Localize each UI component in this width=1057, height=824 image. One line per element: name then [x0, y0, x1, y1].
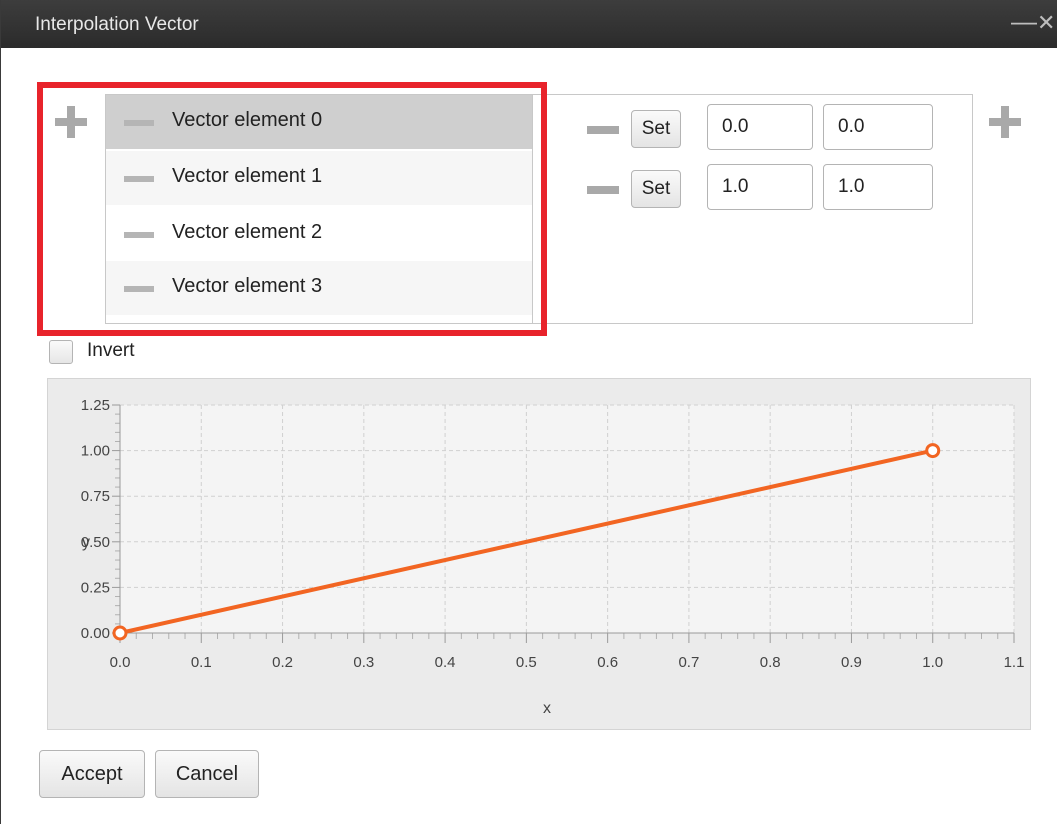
y-tick-label: 0.00 [81, 625, 110, 642]
x-tick-label: 0.1 [191, 654, 212, 671]
invert-label: Invert [87, 340, 135, 361]
data-point [925, 443, 941, 459]
x-tick-label: 0.3 [353, 654, 374, 671]
highlight-box [37, 82, 547, 336]
y-tick-label: 1.25 [81, 397, 110, 414]
plot-background [120, 405, 1014, 633]
y-field[interactable]: 1.0 [823, 164, 933, 210]
x-axis-label: x [543, 700, 551, 717]
y-field[interactable]: 0.0 [823, 104, 933, 150]
x-tick-label: 0.7 [678, 654, 699, 671]
set-button[interactable]: Set [631, 110, 681, 148]
y-axis-label: y [82, 534, 90, 551]
x-tick-label: 1.1 [1004, 654, 1025, 671]
data-point [112, 625, 128, 641]
remove-point-icon[interactable] [587, 186, 619, 194]
minimize-icon[interactable]: — [1011, 6, 1037, 37]
interpolation-vector-window: Interpolation Vector — ✕ Vector element … [0, 0, 1057, 824]
y-tick-label: 0.75 [81, 488, 110, 505]
cancel-button[interactable]: Cancel [155, 750, 259, 798]
y-tick-label: 0.25 [81, 579, 110, 596]
x-tick-label: 0.0 [110, 654, 131, 671]
x-field[interactable]: 0.0 [707, 104, 813, 150]
x-tick-label: 0.5 [516, 654, 537, 671]
close-icon[interactable]: ✕ [1037, 10, 1055, 36]
line-chart: 0.0 0.1 0.2 0.3 0.4 0.5 0.6 0.7 0.8 0.9 1.0 1.1 0.00… [81, 397, 1025, 717]
title-bar[interactable]: Interpolation Vector — ✕ [1, 0, 1057, 48]
x-tick-label: 0.9 [841, 654, 862, 671]
x-tick-label: 0.4 [435, 654, 456, 671]
invert-checkbox[interactable] [49, 340, 73, 364]
x-field[interactable]: 1.0 [707, 164, 813, 210]
chart-area: 0.0 0.1 0.2 0.3 0.4 0.5 0.6 0.7 0.8 0.9 1.0 1.1 0.00… [47, 378, 1031, 730]
set-button[interactable]: Set [631, 170, 681, 208]
x-tick-label: 0.6 [597, 654, 618, 671]
add-point-plus-icon[interactable] [989, 106, 1021, 138]
accept-button[interactable]: Accept [39, 750, 145, 798]
x-tick-label: 1.0 [922, 654, 943, 671]
x-tick-label: 0.8 [760, 654, 781, 671]
remove-point-icon[interactable] [587, 126, 619, 134]
window-title: Interpolation Vector [35, 14, 199, 35]
x-tick-label: 0.2 [272, 654, 293, 671]
y-tick-label: 1.00 [81, 443, 110, 460]
